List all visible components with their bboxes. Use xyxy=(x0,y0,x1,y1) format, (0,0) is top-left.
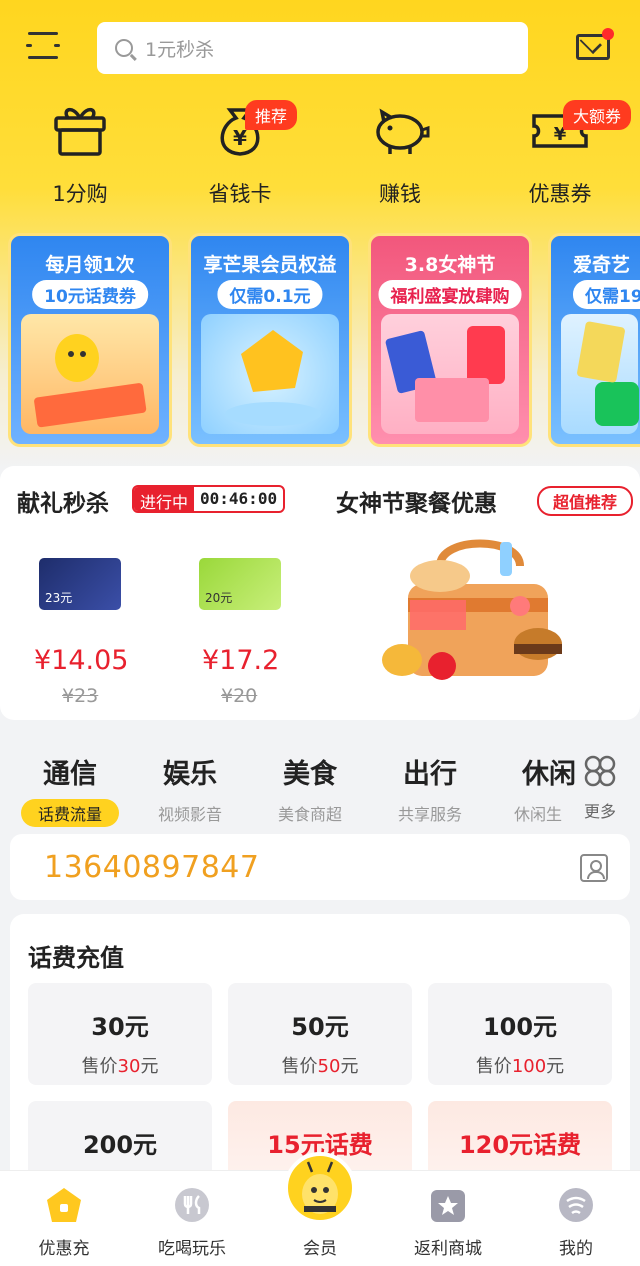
star-bag-icon xyxy=(429,1186,467,1224)
option-price: 售价50元 xyxy=(281,1056,359,1077)
option-value: 120元话费 xyxy=(458,1131,582,1159)
promo-title: 3.8女神节 xyxy=(404,254,496,276)
super-value-tag[interactable]: 超值推荐 xyxy=(537,486,634,516)
option-value: 50元 xyxy=(291,1013,349,1041)
quick-label: 省钱卡 xyxy=(208,182,272,206)
nav-label: 我的 xyxy=(559,1239,593,1259)
category-name: 休闲 xyxy=(522,759,576,790)
grid-flower-icon xyxy=(584,755,616,787)
promo-subtitle: 10元话费券 xyxy=(32,280,148,309)
more-label: 更多 xyxy=(583,802,616,821)
phone-number[interactable]: 13640897847 xyxy=(44,850,259,885)
status-label: 进行中 xyxy=(134,487,195,511)
category-sub: 话费流量 xyxy=(21,799,119,827)
option-price: 售价100元 xyxy=(475,1056,565,1077)
recharge-option-50[interactable]: 50元 售价50元 xyxy=(228,983,412,1085)
category-leisure[interactable]: 休闲 休闲生 xyxy=(490,752,580,825)
search-bar[interactable]: 1元秒杀 xyxy=(97,22,528,74)
option-value: 30元 xyxy=(91,1013,149,1041)
promo-title: 每月领1次 xyxy=(45,254,135,276)
nav-label: 优惠充 xyxy=(38,1239,90,1259)
recharge-title: 话费充值 xyxy=(28,944,124,972)
recharge-option-100[interactable]: 100元 售价100元 xyxy=(428,983,612,1085)
tea-gift-card[interactable]: 20元 xyxy=(199,558,281,610)
flash-price: ¥17.2 xyxy=(202,645,280,676)
menu-icon[interactable] xyxy=(26,30,62,64)
category-name: 通信 xyxy=(43,759,97,790)
category-food[interactable]: 美食 美食商超 xyxy=(250,752,370,825)
flash-original-price: ¥23 xyxy=(62,685,99,707)
gift-box-illustration xyxy=(381,314,519,434)
nav-label: 返利商城 xyxy=(414,1239,482,1259)
category-sub: 共享服务 xyxy=(397,805,462,824)
flash-original-price: ¥20 xyxy=(221,685,258,707)
category-name: 出行 xyxy=(403,759,457,790)
category-sub: 休闲生 xyxy=(514,805,563,824)
promo-card-mango[interactable]: 享芒果会员权益 仅需0.1元 xyxy=(188,233,352,447)
card-value: 20元 xyxy=(205,591,233,605)
promo-subtitle: 仅需0.1元 xyxy=(217,280,323,309)
fork-icon xyxy=(173,1186,211,1224)
mango-gem-illustration xyxy=(201,314,339,434)
option-value: 100元 xyxy=(482,1013,558,1041)
picnic-basket-illustration[interactable] xyxy=(370,536,600,696)
quick-label: 优惠券 xyxy=(528,182,592,206)
category-entertainment[interactable]: 娱乐 视频影音 xyxy=(130,752,250,825)
category-name: 美食 xyxy=(283,759,337,790)
option-price: 售价30元 xyxy=(81,1056,159,1077)
recharge-option-30[interactable]: 30元 售价30元 xyxy=(28,983,212,1085)
category-sub: 视频影音 xyxy=(157,805,222,824)
quick-label: 赚钱 xyxy=(379,182,421,206)
category-telecom[interactable]: 通信 话费流量 xyxy=(10,752,130,827)
party-offer-title[interactable]: 女神节聚餐优惠 xyxy=(336,484,497,518)
nav-label: 会员 xyxy=(303,1239,337,1259)
gift-box-icon xyxy=(50,100,110,158)
search-icon xyxy=(115,39,133,57)
countdown-timer: 00:46:00 xyxy=(200,489,278,508)
recommend-tag: 推荐 xyxy=(245,100,298,130)
quick-entry-1fen[interactable]: 1分购 xyxy=(15,100,145,208)
nav-chihewanle[interactable]: 吃喝玩乐 xyxy=(128,1186,256,1259)
bee-coupon-illustration xyxy=(21,314,159,434)
flash-price: ¥14.05 xyxy=(34,645,129,676)
nav-mine[interactable]: 我的 xyxy=(512,1186,640,1259)
home-icon xyxy=(45,1186,83,1224)
big-coupon-tag: 大额券 xyxy=(563,100,632,130)
flash-sale-title: 献礼秒杀 xyxy=(17,491,109,517)
promo-card-monthly[interactable]: 每月领1次 10元话费券 xyxy=(8,233,172,447)
nav-member[interactable]: 会员 xyxy=(256,1186,384,1259)
profile-icon xyxy=(557,1186,595,1224)
card-value: 23元 xyxy=(45,591,73,605)
more-categories-button[interactable]: 更多 xyxy=(576,754,624,822)
nav-fanlishangcheng[interactable]: 返利商城 xyxy=(384,1186,512,1259)
category-sub: 美食商超 xyxy=(277,805,342,824)
promo-card-womens-day[interactable]: 3.8女神节 福利盛宴放肆购 xyxy=(368,233,532,447)
option-value: 200元 xyxy=(82,1131,158,1159)
category-travel[interactable]: 出行 共享服务 xyxy=(370,752,490,825)
quick-entry-earn[interactable]: 赚钱 xyxy=(335,100,465,208)
contacts-icon[interactable] xyxy=(580,854,608,882)
piggy-bank-icon xyxy=(370,100,430,158)
iqiyi-card-illustration xyxy=(561,314,639,434)
promo-card-iqiyi[interactable]: 爱奇艺 仅需19 xyxy=(548,233,640,447)
promo-title: 爱奇艺 xyxy=(573,254,631,276)
coffee-gift-card[interactable]: 23元 xyxy=(39,558,121,610)
notification-dot xyxy=(602,28,614,40)
promo-title: 享芒果会员权益 xyxy=(203,254,337,276)
promo-subtitle: 仅需19 xyxy=(573,280,640,309)
promo-subtitle: 福利盛宴放肆购 xyxy=(378,280,522,309)
quick-label: 1分购 xyxy=(52,182,108,206)
nav-youhuichong[interactable]: 优惠充 xyxy=(0,1186,128,1259)
countdown-badge: 进行中 00:46:00 xyxy=(132,485,286,513)
search-placeholder: 1元秒杀 xyxy=(145,38,215,61)
nav-label: 吃喝玩乐 xyxy=(158,1239,226,1259)
category-name: 娱乐 xyxy=(163,759,217,790)
